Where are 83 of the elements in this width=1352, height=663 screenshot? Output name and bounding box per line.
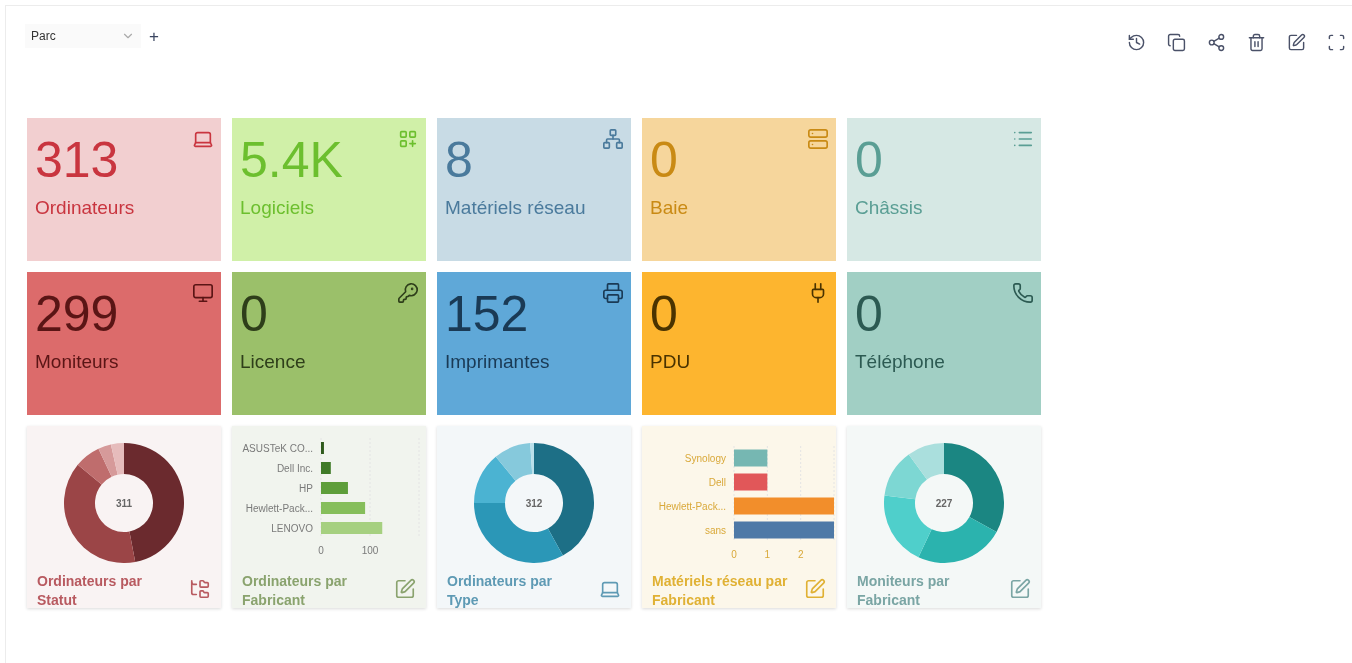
counter-value: 0 [240, 286, 268, 342]
counter-card[interactable]: 0 Téléphone [847, 272, 1041, 415]
counter-card[interactable]: 313 Ordinateurs [27, 118, 221, 261]
history-button[interactable] [1127, 33, 1146, 52]
tick-label: 0 [731, 549, 737, 560]
printer-icon [602, 282, 624, 304]
counter-label: Logiciels [240, 196, 314, 220]
axis-label: HP [299, 482, 313, 494]
counter-card[interactable]: 8 Matériels réseau [437, 118, 631, 261]
key-icon [397, 282, 419, 304]
edit-icon [394, 578, 416, 600]
delete-button[interactable] [1247, 33, 1266, 52]
copy-icon [1167, 33, 1186, 52]
counter-value: 152 [445, 286, 529, 342]
counter-label: Imprimantes [445, 350, 550, 374]
counter-value: 299 [35, 286, 119, 342]
chart-title: Matériels réseau par Fabricant [652, 572, 789, 608]
counter-label: PDU [650, 350, 691, 374]
counter-card[interactable]: 0 Licence [232, 272, 426, 415]
axis-label: Synology [684, 452, 726, 464]
counter-label: Châssis [855, 196, 923, 220]
edit-icon [1009, 578, 1031, 600]
axis-label: ASUSTeK CO... [242, 442, 313, 454]
server-icon [807, 128, 829, 150]
tick-label: 100 [361, 545, 379, 556]
counter-value: 8 [445, 132, 473, 188]
fullscreen-icon [1327, 33, 1346, 52]
monitor-icon [192, 282, 214, 304]
counter-value: 0 [855, 132, 883, 188]
counter-card[interactable]: 0 Châssis [847, 118, 1041, 261]
counter-card[interactable]: 152 Imprimantes [437, 272, 631, 415]
counter-label: Ordinateurs [35, 196, 135, 220]
edit-icon [1287, 33, 1306, 52]
counter-value: 313 [35, 132, 119, 188]
grid-plus-icon [397, 128, 419, 150]
counter-value: 0 [855, 286, 883, 342]
network-icon [602, 128, 624, 150]
fullscreen-button[interactable] [1327, 33, 1346, 52]
edit-icon [804, 578, 826, 600]
counter-label: Baie [650, 196, 689, 220]
counter-label: Téléphone [855, 350, 945, 374]
copy-button[interactable] [1167, 33, 1186, 52]
chart-title: Moniteurs par Fabricant [857, 572, 951, 608]
tick-label: 0 [318, 545, 324, 556]
share-icon [1207, 33, 1226, 52]
bar [734, 473, 768, 491]
tick-label: 1 [764, 549, 771, 560]
edit-button[interactable] [1287, 33, 1306, 52]
axis-label: LENOVO [271, 522, 313, 534]
share-button[interactable] [1207, 33, 1226, 52]
counter-label: Licence [240, 350, 306, 374]
counter-label: Moniteurs [35, 350, 119, 374]
counter-card[interactable]: 0 PDU [642, 272, 836, 415]
counter-value: 0 [650, 286, 678, 342]
donut-slice [884, 454, 927, 500]
axis-label: Dell [708, 476, 726, 488]
axis-label: Hewlett-Pack... [658, 500, 726, 512]
counter-card[interactable]: 299 Moniteurs [27, 272, 221, 415]
bar [321, 522, 383, 534]
chart-title: Ordinateurs par Type [447, 572, 554, 608]
delete-icon [1247, 33, 1266, 52]
bar [321, 442, 324, 454]
dashboard-select[interactable]: Parc [25, 24, 141, 48]
counter-value: 0 [650, 132, 678, 188]
counter-value: 5.4K [240, 132, 343, 188]
phone-icon [1012, 282, 1034, 304]
axis-label: sans [704, 524, 726, 536]
tick-label: 2 [797, 549, 804, 560]
axis-label: Dell Inc. [276, 462, 313, 474]
history-icon [1127, 33, 1146, 52]
donut-center-label: 227 [935, 496, 953, 511]
chart-title: Ordinateurs par Statut [37, 572, 144, 608]
tree-icon [189, 578, 211, 600]
add-button[interactable]: + [145, 27, 163, 45]
chart-title: Ordinateurs par Fabricant [242, 572, 349, 608]
bar [321, 462, 331, 474]
bar [321, 502, 366, 514]
donut-center-label: 311 [115, 496, 133, 511]
donut-center-label: 312 [525, 496, 543, 511]
bar [321, 482, 348, 494]
counter-label: Matériels réseau [445, 196, 586, 220]
bar [734, 449, 768, 467]
axis-label: Hewlett-Pack... [245, 502, 313, 514]
